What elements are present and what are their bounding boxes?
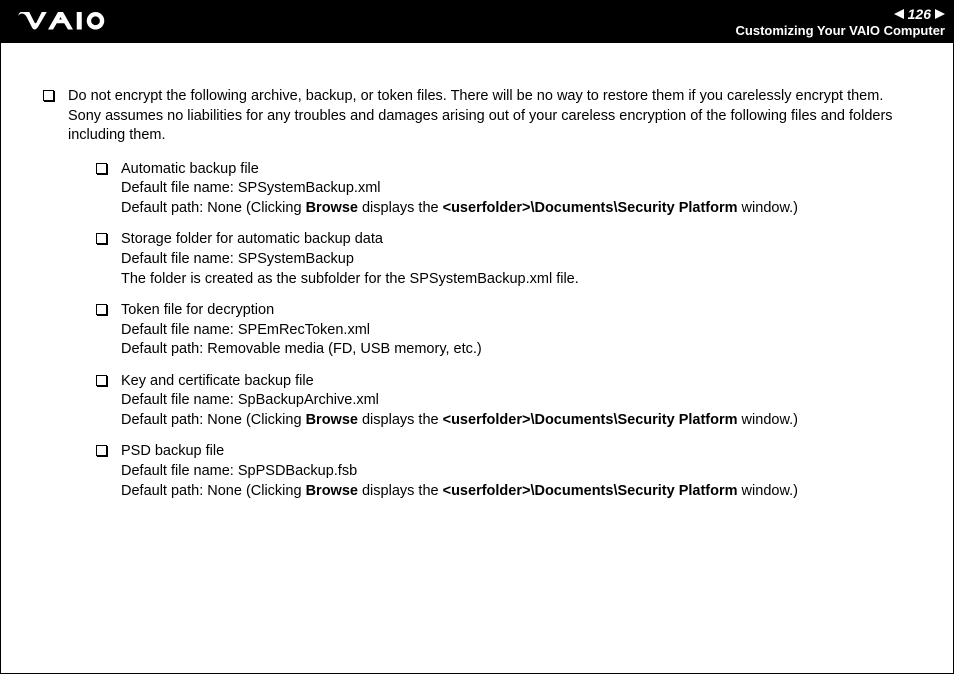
- list-item: Token file for decryption Default file n…: [96, 301, 923, 360]
- item-line: The folder is created as the subfolder f…: [121, 270, 579, 290]
- intro-paragraph-2: Sony assumes no liabilities for any trou…: [68, 107, 923, 146]
- item-line: Default file name: SPSystemBackup.xml: [121, 179, 798, 199]
- item-title: Token file for decryption: [121, 301, 482, 321]
- prev-page-icon[interactable]: [894, 9, 904, 19]
- checkbox-bullet-icon: [96, 304, 107, 315]
- list-item: Do not encrypt the following archive, ba…: [43, 87, 923, 513]
- checkbox-bullet-icon: [96, 375, 107, 386]
- checkbox-bullet-icon: [96, 233, 107, 244]
- checkbox-bullet-icon: [43, 90, 54, 101]
- list-item: Key and certificate backup file Default …: [96, 372, 923, 431]
- item-title: Automatic backup file: [121, 160, 798, 180]
- item-title: PSD backup file: [121, 442, 798, 462]
- next-page-icon[interactable]: [935, 9, 945, 19]
- section-title: Customizing Your VAIO Computer: [736, 23, 945, 39]
- item-line: Default file name: SpBackupArchive.xml: [121, 391, 798, 411]
- list-item: PSD backup file Default file name: SpPSD…: [96, 442, 923, 501]
- page-content: Do not encrypt the following archive, ba…: [1, 43, 953, 513]
- vaio-logo: [13, 12, 123, 32]
- item-line: Default file name: SPSystemBackup: [121, 250, 579, 270]
- item-line: Default path: Removable media (FD, USB m…: [121, 340, 482, 360]
- item-line: Default path: None (Clicking Browse disp…: [121, 411, 798, 431]
- checkbox-bullet-icon: [96, 445, 107, 456]
- intro-paragraph-1: Do not encrypt the following archive, ba…: [68, 87, 923, 107]
- item-line: Default file name: SPEmRecToken.xml: [121, 321, 482, 341]
- list-item: Automatic backup file Default file name:…: [96, 160, 923, 219]
- item-line: Default file name: SpPSDBackup.fsb: [121, 462, 798, 482]
- page-number-nav: 126: [736, 6, 945, 23]
- item-title: Storage folder for automatic backup data: [121, 230, 579, 250]
- checkbox-bullet-icon: [96, 163, 107, 174]
- item-title: Key and certificate backup file: [121, 372, 798, 392]
- item-line: Default path: None (Clicking Browse disp…: [121, 199, 798, 219]
- item-line: Default path: None (Clicking Browse disp…: [121, 482, 798, 502]
- page-number: 126: [908, 6, 931, 23]
- page-header: 126 Customizing Your VAIO Computer: [1, 1, 953, 43]
- list-item: Storage folder for automatic backup data…: [96, 230, 923, 289]
